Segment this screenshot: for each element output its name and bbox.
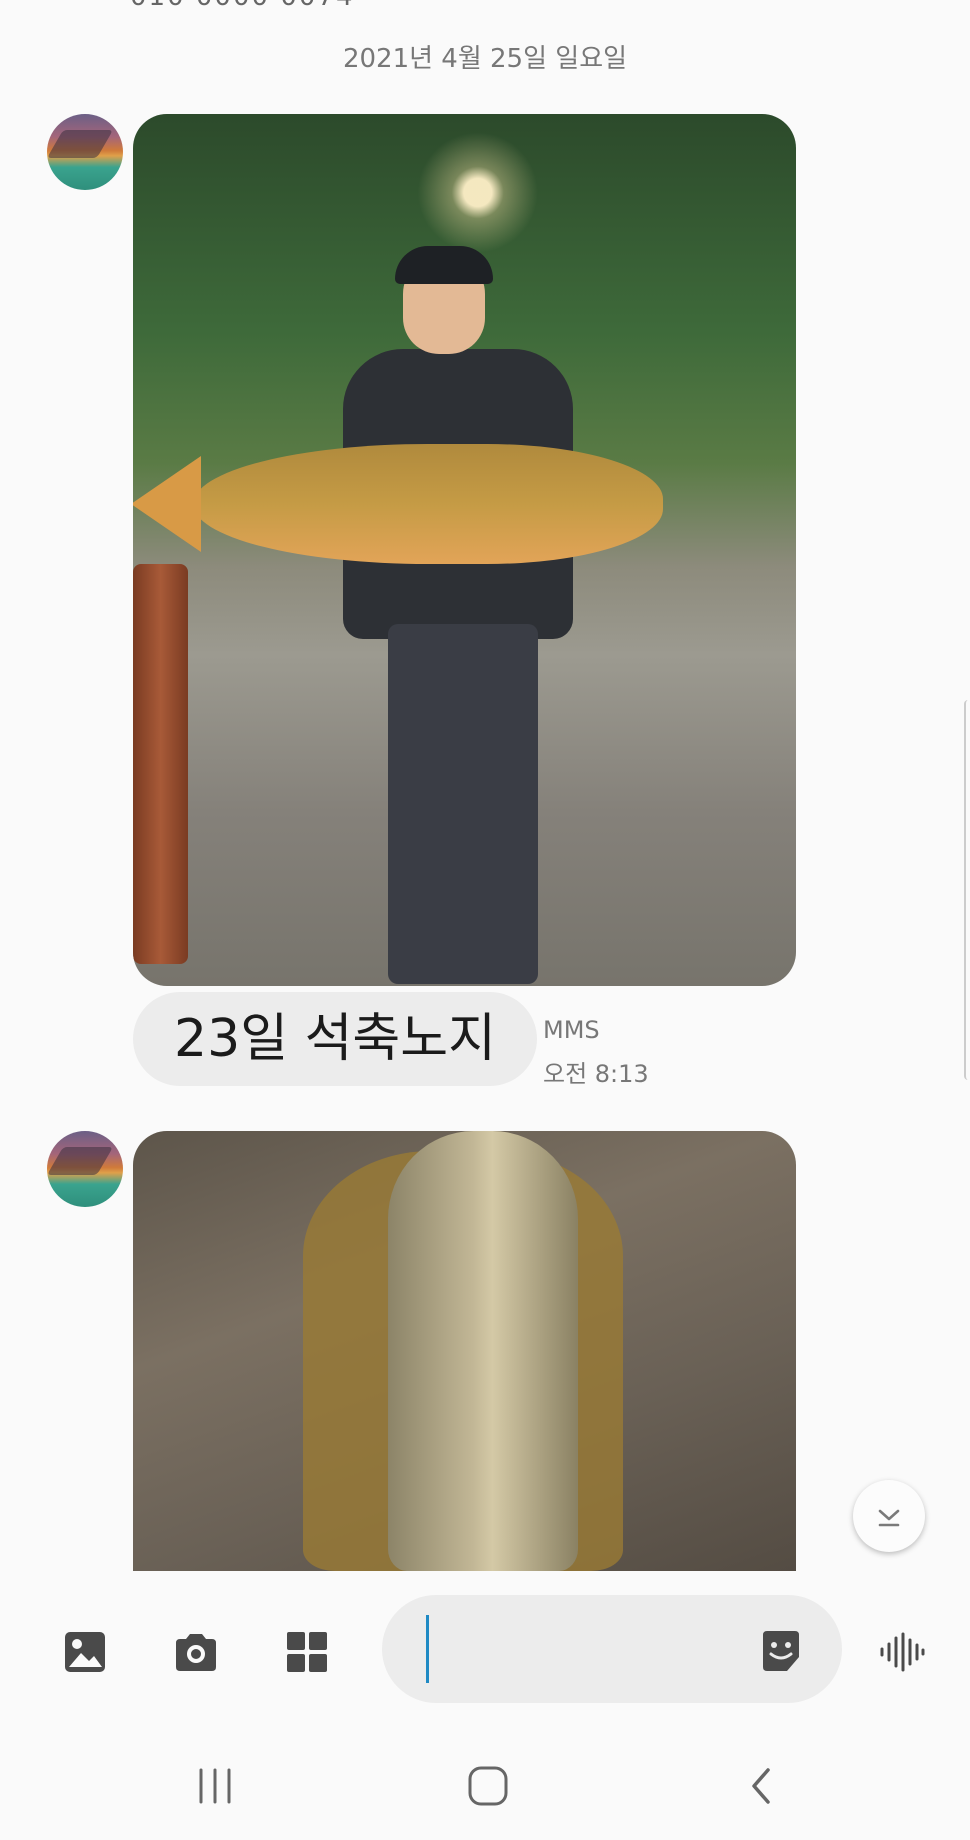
- gallery-icon[interactable]: [61, 1628, 109, 1676]
- apps-grid-icon[interactable]: [283, 1628, 331, 1676]
- home-icon[interactable]: [466, 1762, 510, 1810]
- recents-icon[interactable]: [195, 1762, 235, 1810]
- edge-panel-handle[interactable]: [964, 700, 970, 1080]
- date-separator: 2021년 4월 25일 일요일: [342, 44, 628, 74]
- message-photo-2[interactable]: [133, 1131, 796, 1571]
- sticker-icon[interactable]: [757, 1627, 805, 1675]
- voice-wave-icon[interactable]: [878, 1628, 926, 1676]
- photo-wooden-post: [133, 564, 188, 964]
- text-caret: [426, 1615, 429, 1683]
- arrow-down-icon: [878, 1509, 900, 1527]
- message-input-field[interactable]: [382, 1595, 842, 1703]
- contact-avatar-2[interactable]: [47, 1131, 123, 1207]
- message-type-label: MMS: [543, 1016, 600, 1044]
- camera-icon[interactable]: [172, 1628, 220, 1676]
- message-bubble[interactable]: 23일 석축노지: [133, 992, 537, 1086]
- back-icon[interactable]: [746, 1762, 776, 1810]
- photo-carp-2: [388, 1131, 578, 1571]
- contact-avatar[interactable]: [47, 114, 123, 190]
- partial-phone-number: 010 0000 0074: [130, 0, 355, 12]
- scroll-to-bottom-button[interactable]: [853, 1480, 925, 1552]
- photo-carp: [133, 444, 663, 564]
- message-time: 오전 8:13: [543, 1060, 649, 1088]
- message-photo-1[interactable]: [133, 114, 796, 986]
